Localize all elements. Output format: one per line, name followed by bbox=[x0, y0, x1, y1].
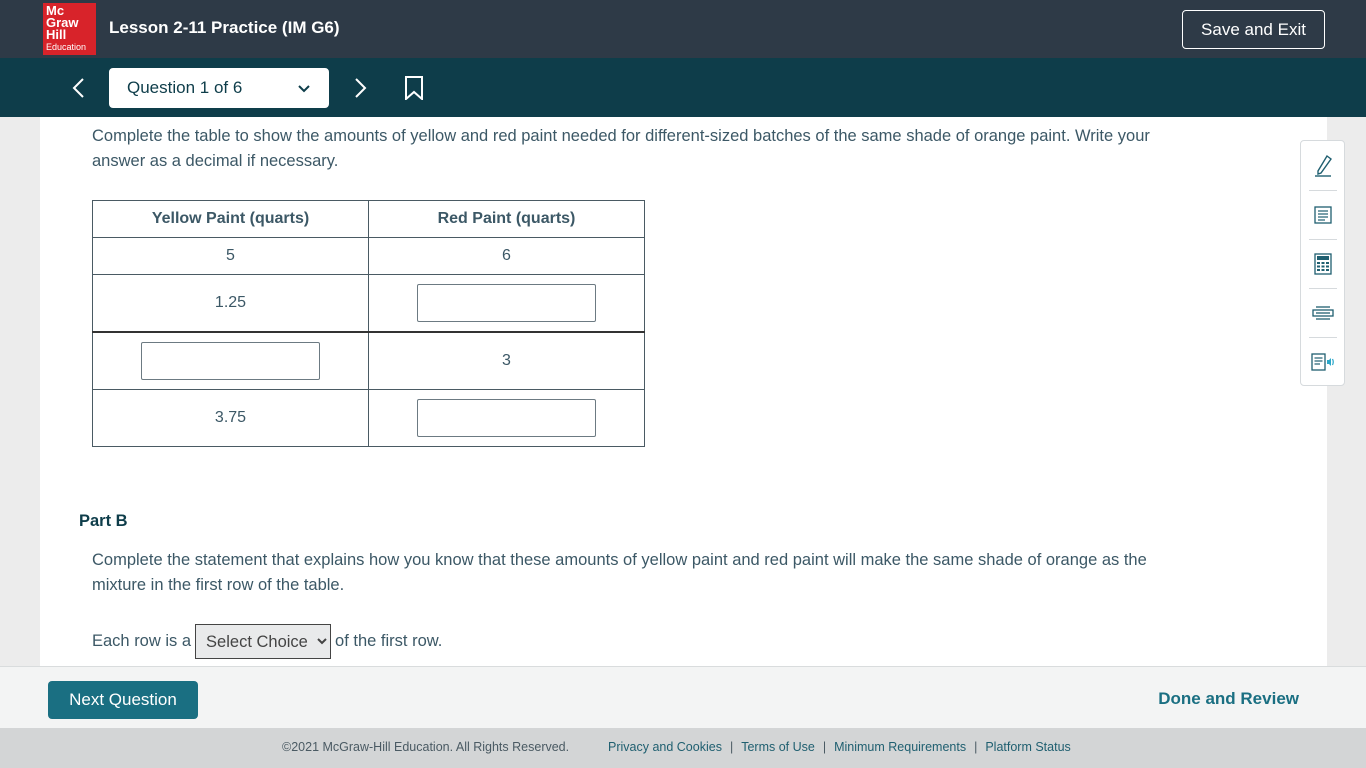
answer-input-red-2[interactable] bbox=[417, 284, 596, 322]
footer-link-platform-status[interactable]: Platform Status bbox=[985, 740, 1070, 754]
cell-yellow-4: 3.75 bbox=[92, 389, 369, 447]
notes-tool-button[interactable] bbox=[1309, 190, 1337, 239]
pen-tool-button[interactable] bbox=[1309, 141, 1337, 190]
logo-line-4: Education bbox=[46, 42, 87, 52]
top-bar: Mc Graw Hill Education Lesson 2-11 Pract… bbox=[0, 0, 1366, 58]
bookmark-button[interactable] bbox=[403, 76, 425, 102]
question-content: Complete the table to show the amounts o… bbox=[40, 117, 1327, 666]
question-dropdown[interactable]: Question 1 of 6 bbox=[109, 68, 329, 108]
footer-separator: | bbox=[822, 740, 827, 754]
sentence-after: of the first row. bbox=[335, 632, 443, 650]
part-a-instructions: Complete the table to show the amounts o… bbox=[92, 127, 1150, 170]
next-question-button[interactable]: Next Question bbox=[48, 681, 198, 719]
calculator-icon bbox=[1314, 252, 1332, 275]
bookmark-icon bbox=[405, 76, 423, 102]
footer-link-requirements[interactable]: Minimum Requirements bbox=[834, 740, 966, 754]
part-b-statement: Complete the statement that explains how… bbox=[92, 551, 1147, 594]
cell-red-2 bbox=[368, 274, 645, 333]
chevron-down-icon bbox=[298, 84, 310, 92]
footer-link-privacy[interactable]: Privacy and Cookies bbox=[608, 740, 722, 754]
part-b-heading: Part B bbox=[79, 512, 128, 530]
line-reader-tool-button[interactable] bbox=[1309, 288, 1337, 337]
cell-red-4 bbox=[368, 389, 645, 447]
mcgraw-hill-logo: Mc Graw Hill Education bbox=[43, 3, 96, 55]
cell-yellow-2: 1.25 bbox=[92, 274, 369, 333]
next-question-arrow-button[interactable] bbox=[349, 76, 373, 100]
text-to-speech-tool-button[interactable] bbox=[1309, 337, 1337, 386]
bottom-bar: Next Question Done and Review bbox=[0, 666, 1366, 729]
footer-link-terms[interactable]: Terms of Use bbox=[741, 740, 815, 754]
cell-yellow-3 bbox=[92, 331, 369, 390]
answer-input-red-4[interactable] bbox=[417, 399, 596, 437]
pen-icon bbox=[1315, 154, 1332, 177]
chevron-left-icon bbox=[72, 78, 84, 98]
table-row: 3 bbox=[92, 331, 645, 390]
footer: ©2021 McGraw-Hill Education. All Rights … bbox=[0, 728, 1366, 768]
cell-red-1: 6 bbox=[368, 237, 645, 275]
footer-links: Privacy and Cookies | Terms of Use | Min… bbox=[608, 740, 1071, 754]
text-to-speech-icon bbox=[1311, 352, 1334, 371]
paint-table: Yellow Paint (quarts) Red Paint (quarts)… bbox=[92, 200, 645, 447]
footer-separator: | bbox=[729, 740, 734, 754]
table-row: 1.25 bbox=[92, 274, 645, 333]
copyright-text: ©2021 McGraw-Hill Education. All Rights … bbox=[282, 740, 570, 754]
table-header-row: Yellow Paint (quarts) Red Paint (quarts) bbox=[92, 200, 645, 238]
calculator-tool-button[interactable] bbox=[1309, 239, 1337, 288]
save-and-exit-button[interactable]: Save and Exit bbox=[1182, 10, 1325, 49]
column-header-yellow: Yellow Paint (quarts) bbox=[92, 200, 369, 238]
tools-panel bbox=[1300, 140, 1345, 386]
notes-icon bbox=[1314, 205, 1332, 224]
done-and-review-link[interactable]: Done and Review bbox=[1158, 689, 1299, 709]
table-row: 5 6 bbox=[92, 237, 645, 275]
answer-input-yellow-3[interactable] bbox=[141, 342, 320, 380]
choice-select[interactable]: Select Choice bbox=[195, 624, 332, 659]
cell-red-3: 3 bbox=[368, 331, 645, 390]
column-header-red: Red Paint (quarts) bbox=[368, 200, 645, 238]
part-b-sentence: Each row is a Select Choice of the first… bbox=[92, 624, 442, 659]
logo-line-3: Hill bbox=[46, 27, 67, 42]
lesson-title: Lesson 2-11 Practice (IM G6) bbox=[109, 18, 340, 37]
question-nav-bar: Question 1 of 6 bbox=[0, 58, 1366, 117]
chevron-right-icon bbox=[355, 78, 367, 98]
sentence-before: Each row is a bbox=[92, 632, 192, 650]
footer-separator: | bbox=[974, 740, 978, 754]
cell-yellow-1: 5 bbox=[92, 237, 369, 275]
table-row: 3.75 bbox=[92, 389, 645, 447]
question-dropdown-label: Question 1 of 6 bbox=[127, 78, 243, 97]
previous-question-button[interactable] bbox=[66, 76, 90, 100]
line-reader-icon bbox=[1312, 305, 1334, 320]
